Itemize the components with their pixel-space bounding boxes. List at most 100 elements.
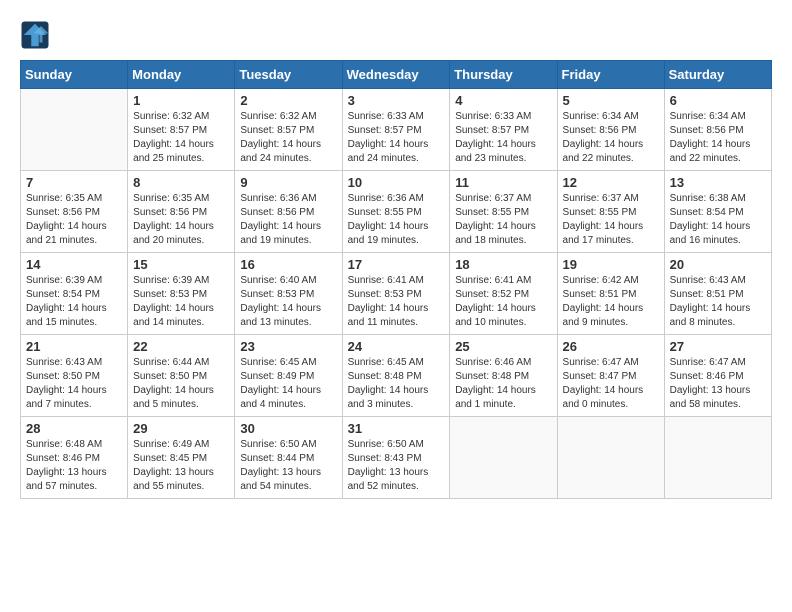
weekday-header: Wednesday bbox=[342, 61, 450, 89]
day-number: 6 bbox=[670, 93, 766, 108]
day-number: 13 bbox=[670, 175, 766, 190]
calendar-cell: 2 Sunrise: 6:32 AMSunset: 8:57 PMDaylight… bbox=[235, 89, 342, 171]
day-number: 8 bbox=[133, 175, 229, 190]
day-info: Sunrise: 6:45 AMSunset: 8:49 PMDaylight:… bbox=[240, 356, 336, 412]
day-info: Sunrise: 6:35 AMSunset: 8:56 PMDaylight:… bbox=[26, 192, 122, 248]
calendar-cell: 17 Sunrise: 6:41 AMSunset: 8:53 PMDayligh… bbox=[342, 253, 450, 335]
weekday-header: Friday bbox=[557, 61, 664, 89]
calendar-cell: 10 Sunrise: 6:36 AMSunset: 8:55 PMDayligh… bbox=[342, 171, 450, 253]
calendar-cell bbox=[557, 417, 664, 499]
calendar-cell: 18Sunrise: 6:41 AMSunset: 8:52 PMDayligh… bbox=[450, 253, 557, 335]
calendar-cell: 23 Sunrise: 6:45 AMSunset: 8:49 PMDayligh… bbox=[235, 335, 342, 417]
day-info: Sunrise: 6:36 AMSunset: 8:56 PMDaylight:… bbox=[240, 192, 336, 248]
calendar-cell: 20 Sunrise: 6:43 AMSunset: 8:51 PMDayligh… bbox=[664, 253, 771, 335]
calendar-cell: 4Sunrise: 6:33 AMSunset: 8:57 PMDaylight… bbox=[450, 89, 557, 171]
calendar-week-row: 14 Sunrise: 6:39 AMSunset: 8:54 PMDayligh… bbox=[21, 253, 772, 335]
day-info: Sunrise: 6:37 AMSunset: 8:55 PMDaylight:… bbox=[563, 192, 659, 248]
day-number: 16 bbox=[240, 257, 336, 272]
day-number: 25 bbox=[455, 339, 551, 354]
calendar-week-row: 28 Sunrise: 6:48 AMSunset: 8:46 PMDayligh… bbox=[21, 417, 772, 499]
day-number: 31 bbox=[348, 421, 445, 436]
day-number: 30 bbox=[240, 421, 336, 436]
calendar-cell: 12Sunrise: 6:37 AMSunset: 8:55 PMDayligh… bbox=[557, 171, 664, 253]
day-number: 10 bbox=[348, 175, 445, 190]
calendar-cell: 14 Sunrise: 6:39 AMSunset: 8:54 PMDayligh… bbox=[21, 253, 128, 335]
weekday-header: Thursday bbox=[450, 61, 557, 89]
day-info: Sunrise: 6:46 AMSunset: 8:48 PMDaylight:… bbox=[455, 356, 551, 412]
day-number: 1 bbox=[133, 93, 229, 108]
calendar-cell: 22Sunrise: 6:44 AMSunset: 8:50 PMDayligh… bbox=[128, 335, 235, 417]
day-number: 29 bbox=[133, 421, 229, 436]
day-info: Sunrise: 6:32 AMSunset: 8:57 PMDaylight:… bbox=[240, 110, 336, 166]
day-info: Sunrise: 6:43 AMSunset: 8:50 PMDaylight:… bbox=[26, 356, 122, 412]
calendar-cell: 13 Sunrise: 6:38 AMSunset: 8:54 PMDayligh… bbox=[664, 171, 771, 253]
day-info: Sunrise: 6:38 AMSunset: 8:54 PMDaylight:… bbox=[670, 192, 766, 248]
weekday-header-row: SundayMondayTuesdayWednesdayThursdayFrid… bbox=[21, 61, 772, 89]
day-info: Sunrise: 6:35 AMSunset: 8:56 PMDaylight:… bbox=[133, 192, 229, 248]
day-info: Sunrise: 6:45 AMSunset: 8:48 PMDaylight:… bbox=[348, 356, 445, 412]
calendar-cell: 30Sunrise: 6:50 AMSunset: 8:44 PMDayligh… bbox=[235, 417, 342, 499]
calendar-cell: 19 Sunrise: 6:42 AMSunset: 8:51 PMDayligh… bbox=[557, 253, 664, 335]
calendar-week-row: 7 Sunrise: 6:35 AMSunset: 8:56 PMDaylight… bbox=[21, 171, 772, 253]
calendar-cell: 21 Sunrise: 6:43 AMSunset: 8:50 PMDayligh… bbox=[21, 335, 128, 417]
day-info: Sunrise: 6:36 AMSunset: 8:55 PMDaylight:… bbox=[348, 192, 445, 248]
day-info: Sunrise: 6:50 AMSunset: 8:43 PMDaylight:… bbox=[348, 438, 445, 494]
day-number: 26 bbox=[563, 339, 659, 354]
day-info: Sunrise: 6:43 AMSunset: 8:51 PMDaylight:… bbox=[670, 274, 766, 330]
day-info: Sunrise: 6:47 AMSunset: 8:46 PMDaylight:… bbox=[670, 356, 766, 412]
day-info: Sunrise: 6:33 AMSunset: 8:57 PMDaylight:… bbox=[348, 110, 445, 166]
calendar-cell: 27 Sunrise: 6:47 AMSunset: 8:46 PMDayligh… bbox=[664, 335, 771, 417]
calendar-cell: 31 Sunrise: 6:50 AMSunset: 8:43 PMDayligh… bbox=[342, 417, 450, 499]
calendar-cell: 28 Sunrise: 6:48 AMSunset: 8:46 PMDayligh… bbox=[21, 417, 128, 499]
day-info: Sunrise: 6:48 AMSunset: 8:46 PMDaylight:… bbox=[26, 438, 122, 494]
day-number: 19 bbox=[563, 257, 659, 272]
calendar-cell: 3 Sunrise: 6:33 AMSunset: 8:57 PMDaylight… bbox=[342, 89, 450, 171]
day-info: Sunrise: 6:34 AMSunset: 8:56 PMDaylight:… bbox=[670, 110, 766, 166]
weekday-header: Sunday bbox=[21, 61, 128, 89]
day-number: 15 bbox=[133, 257, 229, 272]
day-number: 24 bbox=[348, 339, 445, 354]
weekday-header: Tuesday bbox=[235, 61, 342, 89]
calendar-table: SundayMondayTuesdayWednesdayThursdayFrid… bbox=[20, 60, 772, 499]
calendar-cell: 9 Sunrise: 6:36 AMSunset: 8:56 PMDaylight… bbox=[235, 171, 342, 253]
day-number: 9 bbox=[240, 175, 336, 190]
day-info: Sunrise: 6:49 AMSunset: 8:45 PMDaylight:… bbox=[133, 438, 229, 494]
day-number: 4 bbox=[455, 93, 551, 108]
calendar-cell: 15 Sunrise: 6:39 AMSunset: 8:53 PMDayligh… bbox=[128, 253, 235, 335]
calendar-cell bbox=[21, 89, 128, 171]
day-info: Sunrise: 6:42 AMSunset: 8:51 PMDaylight:… bbox=[563, 274, 659, 330]
day-number: 2 bbox=[240, 93, 336, 108]
day-info: Sunrise: 6:41 AMSunset: 8:53 PMDaylight:… bbox=[348, 274, 445, 330]
day-number: 21 bbox=[26, 339, 122, 354]
day-info: Sunrise: 6:32 AMSunset: 8:57 PMDaylight:… bbox=[133, 110, 229, 166]
day-info: Sunrise: 6:37 AMSunset: 8:55 PMDaylight:… bbox=[455, 192, 551, 248]
day-number: 7 bbox=[26, 175, 122, 190]
calendar-cell bbox=[450, 417, 557, 499]
calendar-week-row: 1 Sunrise: 6:32 AMSunset: 8:57 PMDaylight… bbox=[21, 89, 772, 171]
logo-icon bbox=[20, 20, 50, 50]
day-number: 23 bbox=[240, 339, 336, 354]
day-number: 14 bbox=[26, 257, 122, 272]
calendar-cell: 25 Sunrise: 6:46 AMSunset: 8:48 PMDayligh… bbox=[450, 335, 557, 417]
day-number: 11 bbox=[455, 175, 551, 190]
calendar-cell: 11 Sunrise: 6:37 AMSunset: 8:55 PMDayligh… bbox=[450, 171, 557, 253]
day-number: 3 bbox=[348, 93, 445, 108]
day-number: 20 bbox=[670, 257, 766, 272]
calendar-cell: 26 Sunrise: 6:47 AMSunset: 8:47 PMDayligh… bbox=[557, 335, 664, 417]
calendar-cell: 1 Sunrise: 6:32 AMSunset: 8:57 PMDaylight… bbox=[128, 89, 235, 171]
day-info: Sunrise: 6:39 AMSunset: 8:54 PMDaylight:… bbox=[26, 274, 122, 330]
day-number: 27 bbox=[670, 339, 766, 354]
day-number: 17 bbox=[348, 257, 445, 272]
calendar-cell: 6 Sunrise: 6:34 AMSunset: 8:56 PMDaylight… bbox=[664, 89, 771, 171]
day-info: Sunrise: 6:40 AMSunset: 8:53 PMDaylight:… bbox=[240, 274, 336, 330]
day-info: Sunrise: 6:39 AMSunset: 8:53 PMDaylight:… bbox=[133, 274, 229, 330]
day-info: Sunrise: 6:44 AMSunset: 8:50 PMDaylight:… bbox=[133, 356, 229, 412]
day-number: 28 bbox=[26, 421, 122, 436]
calendar-cell: 5Sunrise: 6:34 AMSunset: 8:56 PMDaylight… bbox=[557, 89, 664, 171]
calendar-cell: 8 Sunrise: 6:35 AMSunset: 8:56 PMDaylight… bbox=[128, 171, 235, 253]
logo bbox=[20, 20, 54, 50]
calendar-cell: 24 Sunrise: 6:45 AMSunset: 8:48 PMDayligh… bbox=[342, 335, 450, 417]
calendar-cell: 29 Sunrise: 6:49 AMSunset: 8:45 PMDayligh… bbox=[128, 417, 235, 499]
calendar-cell bbox=[664, 417, 771, 499]
day-info: Sunrise: 6:47 AMSunset: 8:47 PMDaylight:… bbox=[563, 356, 659, 412]
